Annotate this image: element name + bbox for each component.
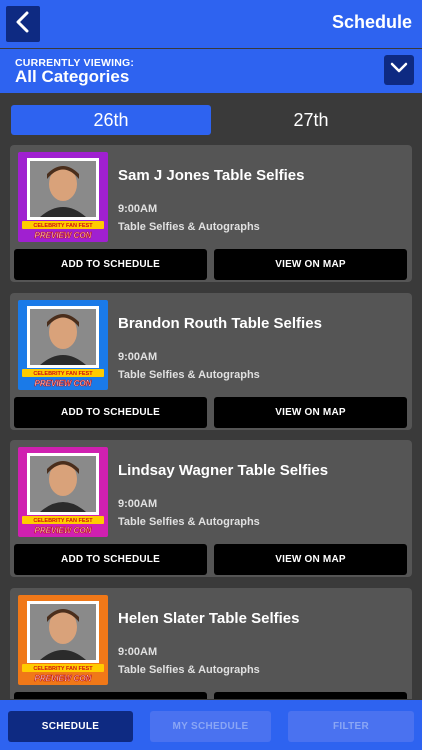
event-time: 9:00AM xyxy=(118,203,158,215)
celebrity-thumbnail: CELEBRITY FAN FEST PREVIEW CON xyxy=(18,447,108,537)
thumb-logo-top: CELEBRITY FAN FEST xyxy=(33,371,93,377)
tab-filter[interactable]: FILTER xyxy=(288,711,414,742)
event-card[interactable]: CELEBRITY FAN FEST PREVIEW CON Sam J Jones… xyxy=(10,145,412,282)
event-time: 9:00AM xyxy=(118,498,158,510)
event-title: Brandon Routh Table Selfies xyxy=(118,315,322,332)
event-card[interactable]: CELEBRITY FAN FEST PREVIEW CON Helen Slate… xyxy=(10,588,412,699)
celebrity-thumbnail: CELEBRITY FAN FEST PREVIEW CON xyxy=(18,152,108,242)
event-category: Table Selfies & Autographs xyxy=(118,516,260,528)
schedule-screen: Schedule CURRENTLY VIEWING: All Categori… xyxy=(0,0,422,750)
event-category: Table Selfies & Autographs xyxy=(118,664,260,676)
thumb-logo-top: CELEBRITY FAN FEST xyxy=(33,666,93,672)
thumb-logo-bottom: PREVIEW CON xyxy=(35,379,92,388)
tab-schedule[interactable]: SCHEDULE xyxy=(8,711,133,742)
back-button[interactable] xyxy=(6,6,40,42)
bottom-tab-bar: SCHEDULE MY SCHEDULE FILTER xyxy=(0,700,422,750)
thumb-logo-bottom: PREVIEW CON xyxy=(35,526,92,535)
event-category: Table Selfies & Autographs xyxy=(118,369,260,381)
event-time: 9:00AM xyxy=(118,646,158,658)
event-title: Helen Slater Table Selfies xyxy=(118,610,300,627)
add-to-schedule-button[interactable]: ADD TO SCHEDULE xyxy=(14,692,207,699)
event-card[interactable]: CELEBRITY FAN FEST PREVIEW CON Brandon Rou… xyxy=(10,293,412,430)
tab-my-schedule[interactable]: MY SCHEDULE xyxy=(150,711,271,742)
category-selector[interactable]: CURRENTLY VIEWING: All Categories xyxy=(0,49,422,93)
chevron-left-icon xyxy=(15,11,31,38)
thumb-logo-bottom: PREVIEW CON xyxy=(35,231,92,240)
category-dropdown-button[interactable] xyxy=(384,55,414,85)
celebrity-thumbnail: CELEBRITY FAN FEST PREVIEW CON xyxy=(18,300,108,390)
view-on-map-button[interactable]: VIEW ON MAP xyxy=(214,249,407,280)
event-card[interactable]: CELEBRITY FAN FEST PREVIEW CON Lindsay Wag… xyxy=(10,440,412,577)
page-title: Schedule xyxy=(331,12,412,32)
date-tabs: 26th 27th xyxy=(0,93,422,143)
category-value: All Categories xyxy=(15,67,130,86)
event-time: 9:00AM xyxy=(118,351,158,363)
event-list[interactable]: CELEBRITY FAN FEST PREVIEW CON Sam J Jones… xyxy=(0,143,422,699)
thumb-logo-top: CELEBRITY FAN FEST xyxy=(33,223,93,229)
tab-date-26th[interactable]: 26th xyxy=(11,105,211,135)
view-on-map-button[interactable]: VIEW ON MAP xyxy=(214,692,407,699)
event-title: Sam J Jones Table Selfies xyxy=(118,167,305,184)
add-to-schedule-button[interactable]: ADD TO SCHEDULE xyxy=(14,249,207,280)
chevron-down-icon xyxy=(389,61,409,80)
celebrity-thumbnail: CELEBRITY FAN FEST PREVIEW CON xyxy=(18,595,108,685)
add-to-schedule-button[interactable]: ADD TO SCHEDULE xyxy=(14,544,207,575)
thumb-logo-bottom: PREVIEW CON xyxy=(35,674,92,683)
thumb-logo-top: CELEBRITY FAN FEST xyxy=(33,518,93,524)
top-nav-bar: Schedule xyxy=(0,0,422,48)
view-on-map-button[interactable]: VIEW ON MAP xyxy=(214,397,407,428)
view-on-map-button[interactable]: VIEW ON MAP xyxy=(214,544,407,575)
event-category: Table Selfies & Autographs xyxy=(118,221,260,233)
tab-date-27th[interactable]: 27th xyxy=(211,105,411,135)
add-to-schedule-button[interactable]: ADD TO SCHEDULE xyxy=(14,397,207,428)
event-title: Lindsay Wagner Table Selfies xyxy=(118,462,329,479)
